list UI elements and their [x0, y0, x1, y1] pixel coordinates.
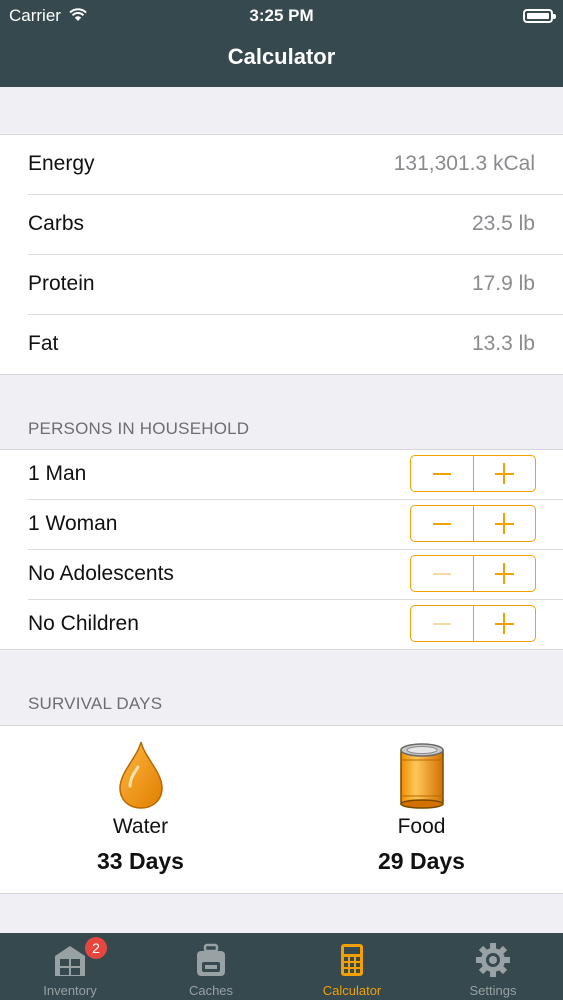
- person-row-adolescents: No Adolescents: [28, 550, 563, 600]
- navigation-bar: Carrier 3:25 PM Calculator: [0, 0, 563, 87]
- children-stepper: [410, 605, 536, 642]
- decrement-button: [411, 556, 474, 591]
- water-days-value: 33 Days: [97, 848, 184, 874]
- decrement-button[interactable]: [411, 456, 474, 491]
- person-row-men: 1 Man: [28, 450, 563, 500]
- tab-label: Calculator: [322, 983, 382, 998]
- nutrition-row-protein: Protein 17.9 lb: [28, 255, 563, 315]
- water-label: Water: [112, 815, 169, 838]
- adolescents-stepper: [410, 555, 536, 592]
- nutrition-label: Carbs: [28, 212, 85, 235]
- tab-calculator[interactable]: Calculator: [282, 933, 422, 1000]
- nutrition-row-energy: Energy 131,301.3 kCal: [28, 135, 563, 195]
- person-row-children: No Children: [28, 600, 563, 649]
- person-count-label: No Adolescents: [28, 562, 174, 585]
- tab-caches[interactable]: Caches: [141, 933, 281, 1000]
- nutrition-label: Fat: [28, 332, 59, 355]
- person-count-label: No Children: [28, 612, 139, 635]
- persons-section-header: PERSONS IN HOUSEHOLD: [28, 419, 250, 438]
- nutrition-row-fat: Fat 13.3 lb: [28, 315, 563, 374]
- calculator-icon: [341, 944, 363, 976]
- tab-settings[interactable]: Settings: [423, 933, 563, 1000]
- nutrition-value: 17.9 lb: [471, 272, 535, 295]
- food-days-value: 29 Days: [378, 848, 465, 874]
- person-count-label: 1 Man: [28, 462, 87, 485]
- nutrition-value: 23.5 lb: [471, 212, 535, 235]
- inventory-boxes-icon: [55, 946, 85, 976]
- water-column: Water 33 Days: [0, 726, 281, 893]
- food-label: Food: [397, 815, 446, 838]
- increment-button[interactable]: [474, 456, 536, 491]
- survival-days-panel: Water 33 Days Food 29 Days: [0, 725, 563, 894]
- battery-icon: [523, 9, 556, 23]
- nutrition-row-carbs: Carbs 23.5 lb: [28, 195, 563, 255]
- person-row-women: 1 Woman: [28, 500, 563, 550]
- nutrition-value: 131,301.3 kCal: [393, 152, 535, 175]
- cache-backpack-icon: [197, 943, 225, 976]
- survival-section-header: SURVIVAL DAYS: [28, 694, 163, 713]
- tab-label: Caches: [188, 983, 234, 998]
- tab-inventory[interactable]: 2 Inventory: [0, 933, 140, 1000]
- nutrition-summary: Energy 131,301.3 kCal Carbs 23.5 lb Prot…: [0, 134, 563, 375]
- decrement-button: [411, 606, 474, 641]
- nutrition-label: Protein: [28, 272, 95, 295]
- nutrition-value: 13.3 lb: [471, 332, 535, 355]
- nutrition-label: Energy: [28, 152, 95, 175]
- tab-label: Inventory: [43, 983, 97, 998]
- increment-button[interactable]: [474, 606, 536, 641]
- tab-label: Settings: [469, 983, 517, 998]
- food-column: Food 29 Days: [281, 726, 562, 893]
- food-can-icon: [399, 743, 444, 809]
- increment-button[interactable]: [474, 556, 536, 591]
- men-stepper: [410, 455, 536, 492]
- page-title: Calculator: [227, 44, 336, 69]
- status-bar: Carrier 3:25 PM: [0, 4, 563, 28]
- gear-icon: [476, 943, 510, 977]
- women-stepper: [410, 505, 536, 542]
- decrement-button[interactable]: [411, 506, 474, 541]
- inventory-badge: 2: [85, 937, 107, 959]
- persons-list: 1 Man 1 Woman No Adolescents No Children: [0, 449, 563, 650]
- tab-bar: 2 Inventory Caches Calculator Settings: [0, 933, 563, 1000]
- person-count-label: 1 Woman: [28, 512, 118, 535]
- increment-button[interactable]: [474, 506, 536, 541]
- status-time: 3:25 PM: [249, 6, 314, 25]
- water-drop-icon: [118, 741, 163, 809]
